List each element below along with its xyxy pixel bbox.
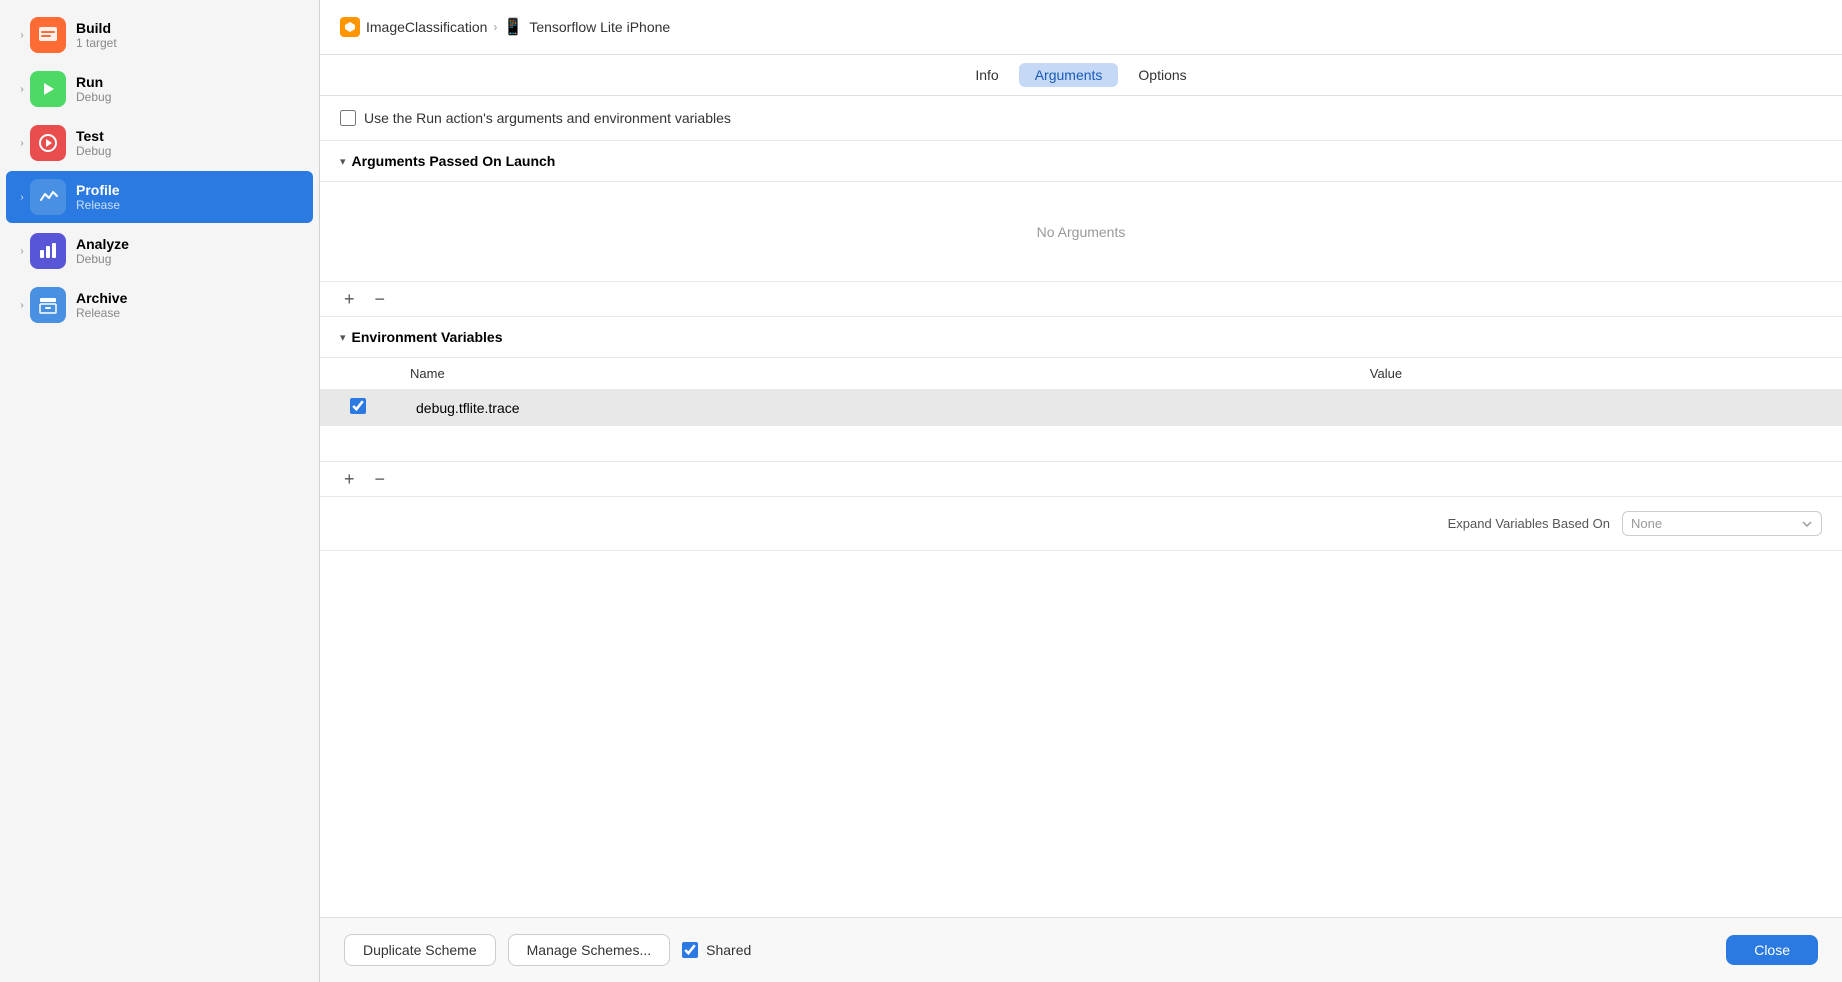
tab-info[interactable]: Info bbox=[959, 63, 1014, 87]
test-label: Test bbox=[76, 128, 111, 144]
content-area: Use the Run action's arguments and envir… bbox=[320, 96, 1842, 917]
env-row-value bbox=[1350, 390, 1842, 426]
sidebar-item-analyze-labels: Analyze Debug bbox=[76, 236, 129, 266]
sidebar-item-archive[interactable]: › Archive Release bbox=[6, 279, 313, 331]
duplicate-scheme-button[interactable]: Duplicate Scheme bbox=[344, 934, 496, 966]
profile-sublabel: Release bbox=[76, 198, 120, 212]
sidebar-item-run-labels: Run Debug bbox=[76, 74, 111, 104]
arguments-section-title: Arguments Passed On Launch bbox=[352, 153, 556, 169]
build-label: Build bbox=[76, 20, 117, 36]
analyze-icon bbox=[30, 233, 66, 269]
test-sublabel: Debug bbox=[76, 144, 111, 158]
env-variables-table: Name Value debug.tflite.trace bbox=[320, 358, 1842, 462]
shared-section: Shared bbox=[682, 942, 751, 958]
sidebar-item-test[interactable]: › Test Debug bbox=[6, 117, 313, 169]
env-add-remove-row: + − bbox=[320, 462, 1842, 497]
profile-icon bbox=[30, 179, 66, 215]
sidebar-item-profile-labels: Profile Release bbox=[76, 182, 120, 212]
use-run-action-label: Use the Run action's arguments and envir… bbox=[364, 110, 731, 126]
arguments-remove-button[interactable]: − bbox=[371, 290, 390, 308]
env-empty-row bbox=[320, 426, 1842, 462]
arguments-add-button[interactable]: + bbox=[340, 290, 359, 308]
env-add-button[interactable]: + bbox=[340, 470, 359, 488]
sidebar-item-analyze[interactable]: › Analyze Debug bbox=[6, 225, 313, 277]
header: ImageClassification › 📱 Tensorflow Lite … bbox=[320, 0, 1842, 55]
project-icon bbox=[340, 17, 360, 37]
use-run-action-section: Use the Run action's arguments and envir… bbox=[320, 96, 1842, 141]
env-col-value: Value bbox=[1350, 358, 1842, 390]
env-section-title: Environment Variables bbox=[352, 329, 503, 345]
env-collapse-icon[interactable]: ▾ bbox=[340, 331, 346, 344]
close-button[interactable]: Close bbox=[1726, 935, 1818, 965]
tabs-bar: Info Arguments Options bbox=[320, 55, 1842, 96]
archive-label: Archive bbox=[76, 290, 127, 306]
chevron-right-icon: › bbox=[14, 246, 30, 257]
footer-left-actions: Duplicate Scheme Manage Schemes... Share… bbox=[344, 934, 751, 966]
arguments-section-header: ▾ Arguments Passed On Launch bbox=[320, 141, 1842, 182]
archive-icon bbox=[30, 287, 66, 323]
breadcrumb-chevron: › bbox=[493, 20, 497, 34]
env-row-checkbox[interactable] bbox=[350, 398, 366, 414]
sidebar-item-archive-labels: Archive Release bbox=[76, 290, 127, 320]
env-section-header: ▾ Environment Variables bbox=[320, 317, 1842, 358]
footer: Duplicate Scheme Manage Schemes... Share… bbox=[320, 917, 1842, 982]
tab-arguments[interactable]: Arguments bbox=[1019, 63, 1119, 87]
analyze-sublabel: Debug bbox=[76, 252, 129, 266]
env-remove-button[interactable]: − bbox=[371, 470, 390, 488]
expand-variables-select[interactable]: None bbox=[1622, 511, 1822, 536]
sidebar-item-build-labels: Build 1 target bbox=[76, 20, 117, 50]
env-col-name: Name bbox=[400, 358, 1350, 390]
chevron-right-icon: › bbox=[14, 84, 30, 95]
arguments-add-remove-row: + − bbox=[320, 282, 1842, 317]
shared-label: Shared bbox=[706, 942, 751, 958]
manage-schemes-button[interactable]: Manage Schemes... bbox=[508, 934, 671, 966]
env-row-checkbox-cell bbox=[320, 390, 400, 426]
footer-right-actions: Close bbox=[1726, 935, 1818, 965]
expand-variables-label: Expand Variables Based On bbox=[1448, 516, 1610, 531]
chevron-right-icon: › bbox=[14, 300, 30, 311]
shared-checkbox[interactable] bbox=[682, 942, 698, 958]
breadcrumb: ImageClassification › 📱 Tensorflow Lite … bbox=[340, 17, 670, 37]
build-sublabel: 1 target bbox=[76, 36, 117, 50]
arguments-collapse-icon[interactable]: ▾ bbox=[340, 155, 346, 168]
chevron-right-icon: › bbox=[14, 138, 30, 149]
sidebar: › Build 1 target › Run Debug › bbox=[0, 0, 320, 982]
no-arguments-text: No Arguments bbox=[1037, 224, 1126, 240]
expand-variables-section: Expand Variables Based On None bbox=[320, 497, 1842, 551]
sidebar-item-profile[interactable]: › Profile Release bbox=[6, 171, 313, 223]
device-icon: 📱 bbox=[503, 17, 523, 37]
env-row[interactable]: debug.tflite.trace bbox=[320, 390, 1842, 426]
arguments-list-area: No Arguments bbox=[320, 182, 1842, 282]
sidebar-item-test-labels: Test Debug bbox=[76, 128, 111, 158]
archive-sublabel: Release bbox=[76, 306, 127, 320]
test-icon bbox=[30, 125, 66, 161]
breadcrumb-target: Tensorflow Lite iPhone bbox=[529, 19, 670, 35]
run-sublabel: Debug bbox=[76, 90, 111, 104]
tab-options[interactable]: Options bbox=[1122, 63, 1202, 87]
main-panel: ImageClassification › 📱 Tensorflow Lite … bbox=[320, 0, 1842, 982]
env-col-empty bbox=[320, 358, 400, 390]
chevron-right-icon: › bbox=[14, 192, 30, 203]
profile-label: Profile bbox=[76, 182, 120, 198]
analyze-label: Analyze bbox=[76, 236, 129, 252]
env-row-name: debug.tflite.trace bbox=[400, 390, 1350, 426]
chevron-right-icon: › bbox=[14, 30, 30, 41]
sidebar-item-build[interactable]: › Build 1 target bbox=[6, 9, 313, 61]
breadcrumb-project: ImageClassification bbox=[366, 19, 487, 35]
sidebar-item-run[interactable]: › Run Debug bbox=[6, 63, 313, 115]
build-icon bbox=[30, 17, 66, 53]
run-icon bbox=[30, 71, 66, 107]
run-label: Run bbox=[76, 74, 111, 90]
use-run-action-checkbox[interactable] bbox=[340, 110, 356, 126]
